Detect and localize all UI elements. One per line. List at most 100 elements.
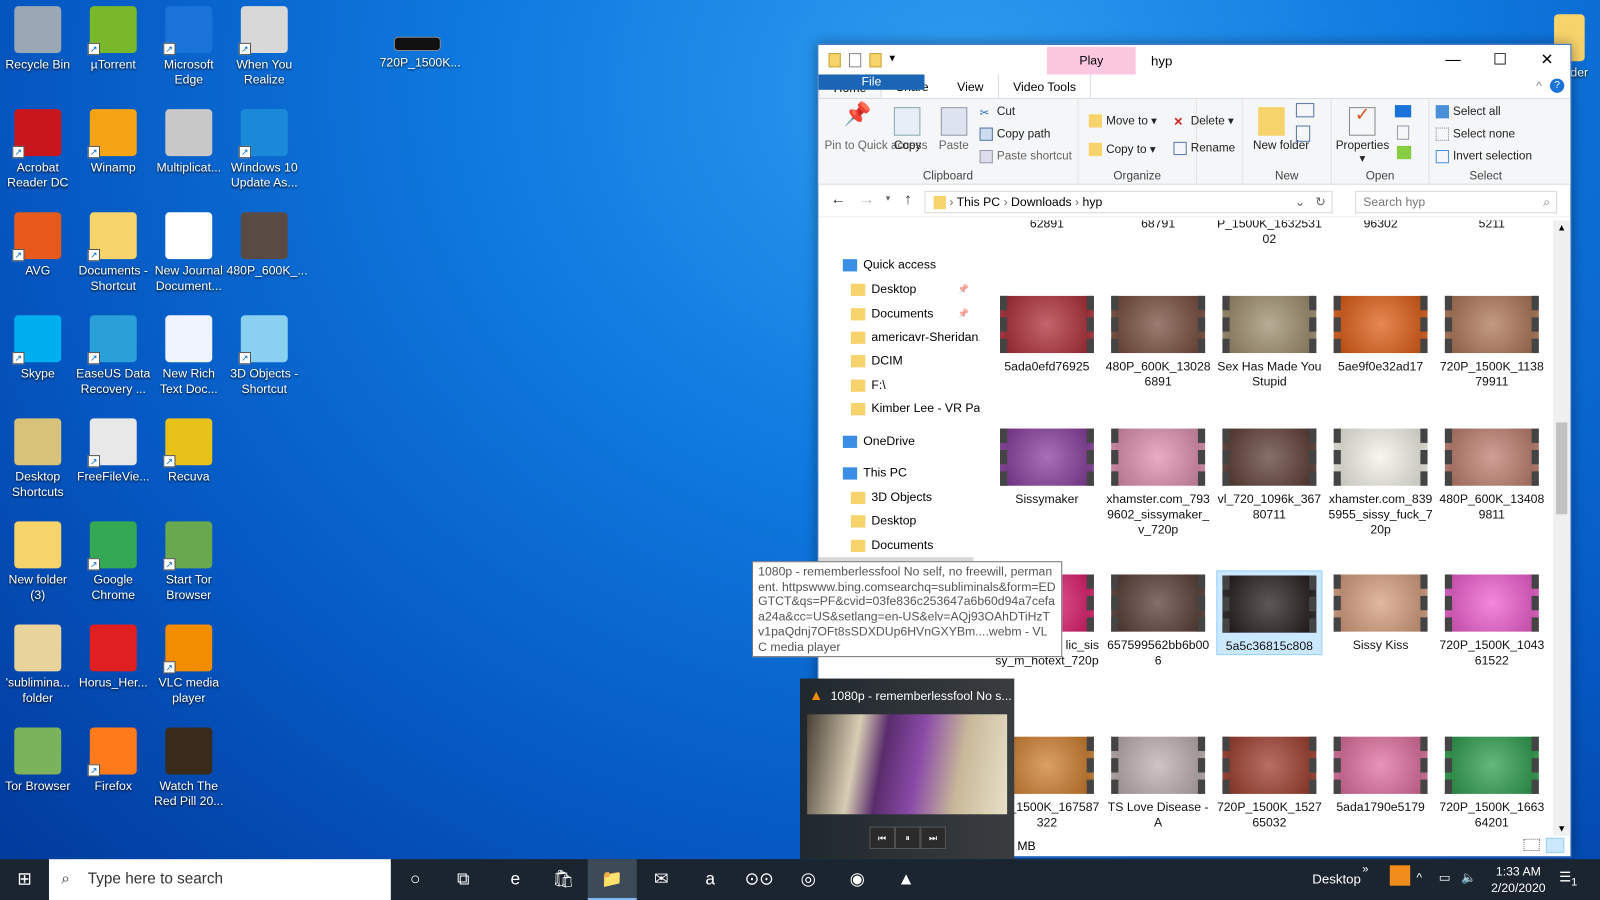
edit-icon[interactable] — [1396, 125, 1410, 140]
desktop-icon[interactable]: Tor Browser — [0, 721, 76, 793]
file-item[interactable]: 5ada1790e5179 — [1328, 733, 1434, 816]
desktop-icon[interactable]: ↗ Documents - Shortcut — [76, 206, 152, 294]
desktop-icon[interactable]: Watch The Red Pill 20... — [151, 721, 227, 809]
desktop-icon[interactable]: ↗ Recuva — [151, 412, 227, 484]
file-item[interactable]: 96302 — [1328, 220, 1434, 231]
collapse-ribbon-icon[interactable]: ^ — [1536, 79, 1542, 93]
file-item[interactable]: 62891 — [994, 220, 1100, 231]
taskbar-tripadvisor-button[interactable]: ⊙⊙ — [735, 859, 784, 900]
file-item[interactable]: Sex Has Made You Stupid — [1216, 292, 1322, 390]
desktop-icon[interactable]: ↗ Winamp — [76, 103, 152, 175]
back-button[interactable]: ← — [831, 191, 846, 208]
copy-to-button[interactable]: Copy to ▾ — [1088, 142, 1156, 157]
desktop-icon[interactable]: ↗ Windows 10 Update As... — [227, 103, 303, 191]
recent-locations-chevron-icon[interactable]: ▾ — [886, 193, 891, 204]
scroll-up-icon[interactable]: ▲ — [1557, 222, 1566, 232]
desktop-icon[interactable]: ↗ Firefox — [76, 721, 152, 793]
tray-app-icon[interactable] — [1389, 865, 1411, 886]
file-item[interactable]: Sissy Kiss — [1328, 570, 1434, 653]
file-item[interactable]: xhamster.com_7939602_sissymaker_v_720p — [1105, 424, 1211, 537]
desktop-toolbar[interactable]: Desktop — [1312, 871, 1361, 886]
vertical-scrollbar[interactable]: ▲ ▼ — [1553, 220, 1571, 836]
desktop-icon[interactable]: 480P_600K_... — [227, 206, 308, 278]
new-folder-button[interactable]: New folder — [1253, 107, 1309, 153]
select-all-button[interactable]: Select all — [1435, 105, 1501, 119]
pause-button[interactable]: ⏸ — [894, 826, 921, 849]
desktop-icon-720p[interactable]: 720P_1500K... — [380, 31, 461, 71]
invert-selection-button[interactable]: Invert selection — [1435, 149, 1532, 164]
file-item[interactable]: P_1500K_163253102 — [1216, 220, 1322, 247]
file-item[interactable]: 720P_1500K_104361522 — [1439, 570, 1545, 668]
file-item[interactable]: 5a5c36815c808 — [1216, 570, 1323, 656]
tab-video-tools[interactable]: Video Tools — [997, 74, 1092, 98]
show-hidden-icons-chevron-icon[interactable]: ^ — [1416, 870, 1422, 884]
file-item[interactable]: TS Love Disease - A — [1105, 733, 1211, 831]
file-item[interactable]: Sissymaker — [994, 424, 1100, 507]
close-button[interactable]: ✕ — [1523, 45, 1570, 75]
file-item[interactable]: 720P_1500K_166364201 — [1439, 733, 1545, 831]
action-center-button[interactable]: ☰1 — [1559, 869, 1577, 888]
new-folder-icon[interactable] — [869, 53, 882, 68]
tab-view[interactable]: View — [943, 74, 998, 97]
desktop-icon[interactable]: New folder (3) — [0, 515, 76, 603]
pin-to-quick-access-button[interactable]: 📌 Pin to Quick access — [824, 103, 927, 153]
desktop-icon[interactable]: Multiplicat... — [151, 103, 227, 175]
start-button[interactable]: ⊞ — [0, 859, 49, 900]
nav-item[interactable]: Kimber Lee - VR Pac — [818, 397, 980, 419]
file-item[interactable]: xhamster.com_8395955_sissy_fuck_720p — [1328, 424, 1434, 537]
search-input[interactable]: Search hyp ⌕ — [1355, 190, 1558, 214]
vlc-taskbar-preview[interactable]: ▲ 1080p - rememberlessfool No s... ⏮ ⏸ ⏭ — [799, 678, 1015, 860]
taskbar-chrome-button[interactable]: ◉ — [833, 859, 882, 900]
nav-item[interactable]: This PC — [818, 461, 973, 483]
easy-access-icon[interactable] — [1295, 125, 1311, 142]
desktop-icon[interactable]: ↗ Acrobat Reader DC — [0, 103, 76, 191]
taskbar-vlc-button[interactable]: ▲ — [882, 859, 931, 900]
file-item[interactable]: 5ada0efd76925 — [994, 292, 1100, 375]
rename-button[interactable]: Rename — [1173, 141, 1235, 156]
file-item[interactable]: 5211 — [1439, 220, 1545, 231]
file-item[interactable]: 657599562bb6b006 — [1105, 570, 1211, 668]
desktop-icon[interactable]: Horus_Her... — [76, 618, 152, 690]
desktop-icon[interactable]: ↗ EaseUS Data Recovery ... — [76, 309, 152, 397]
desktop-icon[interactable]: ↗ µTorrent — [76, 0, 152, 72]
nav-item[interactable]: Documents 📌 — [818, 302, 973, 324]
taskbar-mail-button[interactable]: ✉ — [637, 859, 686, 900]
file-item[interactable]: 480P_600K_130286891 — [1105, 292, 1211, 390]
taskbar-edge-button[interactable]: e — [491, 859, 540, 900]
scroll-down-icon[interactable]: ▼ — [1557, 823, 1566, 833]
desktop-icon[interactable]: Recycle Bin — [0, 0, 76, 72]
address-bar[interactable]: › This PC › Downloads › hyp ⌄ ↻ — [924, 190, 1333, 214]
select-none-button[interactable]: Select none — [1435, 127, 1515, 141]
taskbar-cortana-button[interactable]: ○ — [391, 859, 440, 900]
desktop-icon[interactable]: ↗ Start Tor Browser — [151, 515, 227, 603]
taskbar-search-input[interactable]: ⌕ Type here to search — [48, 859, 391, 900]
desktop-icon[interactable]: ↗ VLC media player — [151, 618, 227, 706]
new-item-icon[interactable] — [1295, 103, 1315, 118]
desktop-icon[interactable]: ↗ AVG — [0, 206, 76, 278]
next-button[interactable]: ⏭ — [920, 826, 946, 849]
file-item[interactable]: 68791 — [1105, 220, 1211, 231]
forward-button[interactable]: → — [859, 191, 874, 208]
properties-button[interactable]: ✓ Properties ▾ — [1336, 105, 1389, 166]
cut-button[interactable]: ✂ Cut — [980, 105, 1016, 120]
refresh-icon[interactable]: ↻ — [1315, 192, 1325, 212]
nav-item[interactable]: OneDrive — [818, 430, 973, 452]
history-icon[interactable] — [1396, 145, 1412, 160]
previous-button[interactable]: ⏮ — [869, 826, 895, 849]
desktop-icon[interactable]: New Journal Document... — [151, 206, 227, 294]
desktop-icon[interactable]: ↗ Skype — [0, 309, 76, 381]
details-view-button[interactable] — [1523, 838, 1540, 852]
file-item[interactable]: 480P_600K_134089811 — [1439, 424, 1545, 522]
copy-path-button[interactable]: Copy path — [979, 127, 1050, 141]
taskbar-store-button[interactable]: 🛍 — [539, 859, 588, 900]
toolbar-overflow-icon[interactable]: » — [1362, 863, 1368, 875]
move-to-button[interactable]: Move to ▾ — [1088, 113, 1157, 129]
desktop-icon[interactable]: ↗ When You Realize — [227, 0, 303, 88]
nav-item[interactable]: Desktop 📌 — [818, 278, 973, 300]
tab-file[interactable]: File — [818, 74, 925, 90]
volume-icon[interactable]: 🔈 — [1461, 870, 1476, 884]
file-item[interactable]: 5ae9f0e32ad17 — [1328, 292, 1434, 375]
desktop-icon[interactable]: New Rich Text Doc... — [151, 309, 227, 397]
desktop-icon[interactable]: ↗ 3D Objects - Shortcut — [227, 309, 303, 397]
network-icon[interactable]: ▭ — [1439, 870, 1451, 884]
